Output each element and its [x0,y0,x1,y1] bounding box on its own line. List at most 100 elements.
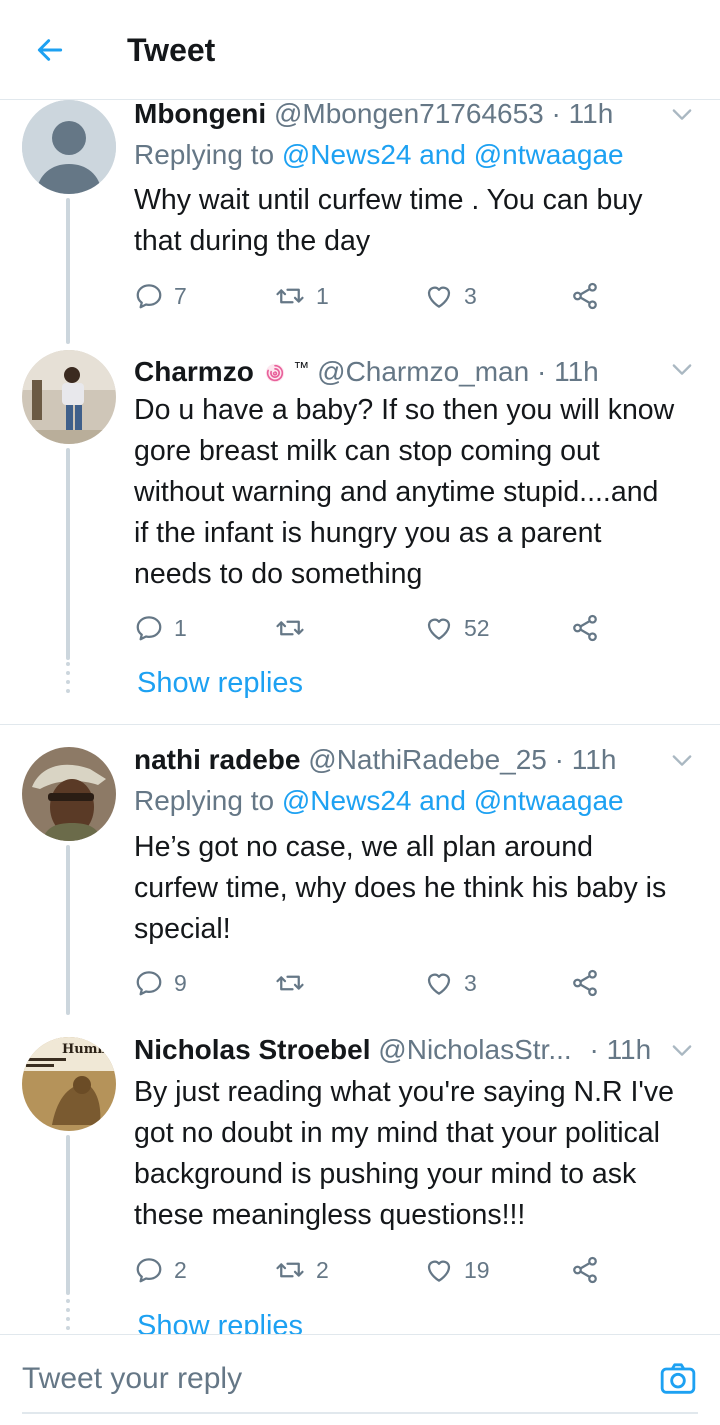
tweet-header: Mbongeni @Mbongen71764653 · 11h [134,97,613,131]
tweet-header: nathi radebe @NathiRadebe_25 · 11h [134,743,616,777]
input-underline [22,1412,698,1414]
separator: · [589,1034,599,1065]
timestamp: 11h [571,744,617,775]
tweet-text-line: gore breast milk can stop coming out [134,435,600,467]
default-avatar-icon [22,100,116,194]
reply-icon [134,281,164,311]
reply-count: 9 [174,969,187,996]
page-title: Tweet [127,32,216,68]
like-count: 3 [464,282,477,309]
display-name[interactable]: Nicholas Stroebel [134,1034,371,1065]
retweet-button[interactable] [274,608,316,648]
replying-mentions[interactable]: @News24 and @ntwaagae [282,139,624,170]
reply-icon [134,613,164,643]
retweet-icon [274,613,306,643]
like-icon [424,968,454,998]
share-button[interactable] [570,608,600,648]
tweet-item[interactable]: nathi radebe @NathiRadebe_25 · 11h Reply… [0,725,720,1015]
like-count: 19 [464,1256,490,1283]
separator: · [551,98,561,129]
reply-button[interactable]: 2 [134,1250,187,1290]
share-button[interactable] [570,276,600,316]
share-button[interactable] [570,963,600,1003]
chevron-down-icon[interactable] [668,746,696,774]
avatar[interactable]: Humb [22,1037,116,1131]
replying-prefix: Replying to [134,785,282,816]
avatar[interactable] [22,350,116,444]
tweet-text-line: these meaningless questions!!! [134,1199,526,1231]
show-replies-link[interactable]: Show replies [137,1310,303,1334]
tweet-text-line: curfew time, why does he think his baby … [134,872,667,904]
replying-to: Replying to @News24 and @ntwaagae [134,784,624,818]
tweet-text: He’s got no case, we all plan around cur… [134,827,704,950]
retweet-button[interactable] [274,963,316,1003]
chevron-down-icon[interactable] [668,100,696,128]
camera-button[interactable] [658,1359,698,1399]
display-name[interactable]: Mbongeni [134,98,266,129]
retweet-button[interactable]: 1 [274,276,329,316]
tweet-actions: 9 3 [134,963,614,1003]
trademark-badge: ™ [293,360,310,377]
display-name[interactable]: nathi radebe [134,744,300,775]
avatar[interactable] [22,747,116,841]
tweet-item[interactable]: Humb Nicholas Stroebel @NicholasStr... ·… [0,1015,720,1334]
replying-mentions[interactable]: @News24 and @ntwaagae [282,785,624,816]
tweet-text-line: without warning and anytime stupid....an… [134,476,659,508]
reply-count: 1 [174,614,187,641]
reply-icon [134,968,164,998]
handle[interactable]: @NathiRadebe_25 [308,744,547,775]
chevron-down-icon[interactable] [668,1036,696,1064]
avatar[interactable] [22,100,116,194]
share-button[interactable] [570,1250,600,1290]
tweet-actions: 2 2 19 [134,1250,614,1290]
like-button[interactable]: 52 [424,608,490,648]
timestamp: 11h [554,356,599,387]
like-button[interactable]: 19 [424,1250,490,1290]
reply-button[interactable]: 1 [134,608,187,648]
tweet-text-line: background is pushing your mind to ask [134,1158,637,1190]
back-button[interactable] [30,30,70,70]
camera-icon [660,1363,696,1394]
reply-count: 2 [174,1256,187,1283]
tweet-item[interactable]: Mbongeni @Mbongen71764653 · 11h Replying… [0,97,720,344]
chevron-down-icon[interactable] [668,355,696,383]
share-icon [570,1255,600,1285]
handle[interactable]: @NicholasStr... [378,1034,571,1065]
like-icon [424,613,454,643]
tweet-text-line: special! [134,913,231,945]
like-count: 3 [464,969,477,996]
retweet-icon [274,968,306,998]
top-bar: Tweet [0,0,720,100]
retweet-icon [274,281,306,311]
like-button[interactable]: 3 [424,276,477,316]
thread-dots [66,662,70,693]
tweet-header: Charmzo ™ @Charmzo_man · 11h [134,352,599,389]
tweet-text-line: Do u have a baby? If so then you will kn… [134,394,675,426]
like-button[interactable]: 3 [424,963,477,1003]
tweet-actions: 7 1 3 [134,276,614,316]
reply-button[interactable]: 7 [134,276,187,316]
retweet-icon [274,1255,306,1285]
tweet-text: Why wait until curfew time . You can buy… [134,180,704,262]
share-icon [570,968,600,998]
retweet-count: 1 [316,282,329,309]
handle[interactable]: @Mbongen71764653 [274,98,544,129]
tweet-text-line: if the infant is hungry you as a parent [134,517,602,549]
tweet-item[interactable]: Charmzo ™ @Charmzo_man · 11h Do u have a… [0,344,720,724]
reply-button[interactable]: 9 [134,963,187,1003]
tweet-text: Do u have a baby? If so then you will kn… [134,390,704,595]
tweet-text-line: Why wait until curfew time . You can buy [134,184,643,216]
tweet-text-line: needs to do something [134,558,423,590]
reply-input[interactable] [22,1355,622,1403]
tweet-text-line: By just reading what you're saying N.R I… [134,1076,674,1108]
user-photo-icon: Humb [22,1037,116,1131]
retweet-button[interactable]: 2 [274,1250,329,1290]
thread-line [66,198,70,344]
retweet-count: 2 [316,1256,329,1283]
handle[interactable]: @Charmzo_man [317,356,529,387]
share-icon [570,613,600,643]
tweet-text-line: He’s got no case, we all plan around [134,831,593,863]
display-name[interactable]: Charmzo [134,356,254,387]
avatar-caption: Humb [62,1042,107,1057]
show-replies-link[interactable]: Show replies [137,667,303,700]
